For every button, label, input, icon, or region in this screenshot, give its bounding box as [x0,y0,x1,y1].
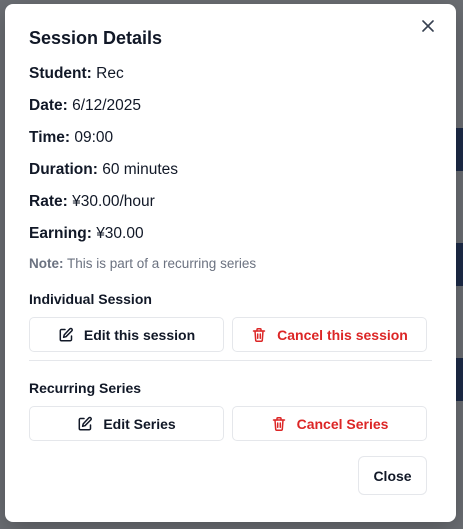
detail-label: Earning: [29,225,92,242]
cancel-session-button[interactable]: Cancel this session [232,317,427,352]
edit-series-label: Edit Series [103,415,176,432]
edit-icon [77,416,93,432]
trash-icon [251,327,267,343]
dialog-title: Session Details [29,28,163,48]
edit-series-button[interactable]: Edit Series [29,406,224,441]
detail-time: Time: 09:00 [29,129,113,147]
edit-session-label: Edit this session [83,326,196,343]
edit-icon [58,327,74,343]
detail-label: Time: [29,129,71,146]
detail-value: 09:00 [74,129,114,146]
detail-value: Rec [96,65,124,82]
section-divider [29,360,432,361]
background-row [455,128,463,171]
note-label: Note: [29,256,64,271]
detail-label: Duration: [29,161,98,178]
session-details-dialog: Session Details Student: Rec Date: 6/12/… [5,4,456,522]
trash-icon [271,416,287,432]
detail-value: ¥30.00 [96,225,144,242]
detail-value: ¥30.00/hour [72,193,155,210]
individual-session-heading: Individual Session [29,291,152,307]
detail-label: Student: [29,65,92,82]
cancel-session-label: Cancel this session [277,326,408,343]
close-icon[interactable] [420,18,436,34]
background-row [455,358,463,401]
detail-student: Student: Rec [29,65,124,83]
edit-session-button[interactable]: Edit this session [29,317,224,352]
detail-value: 60 minutes [102,161,179,178]
recurring-note: Note: This is part of a recurring series [29,256,256,271]
recurring-series-heading: Recurring Series [29,380,142,396]
detail-earning: Earning: ¥30.00 [29,225,144,243]
detail-rate: Rate: ¥30.00/hour [29,193,155,211]
detail-duration: Duration: 60 minutes [29,161,178,179]
cancel-series-button[interactable]: Cancel Series [232,406,427,441]
detail-value: 6/12/2025 [72,97,142,114]
detail-label: Rate: [29,193,68,210]
cancel-series-label: Cancel Series [296,415,389,432]
detail-date: Date: 6/12/2025 [29,97,141,115]
note-text: This is part of a recurring series [67,256,257,271]
detail-label: Date: [29,97,68,114]
close-button[interactable]: Close [358,456,427,495]
background-row [455,243,463,286]
